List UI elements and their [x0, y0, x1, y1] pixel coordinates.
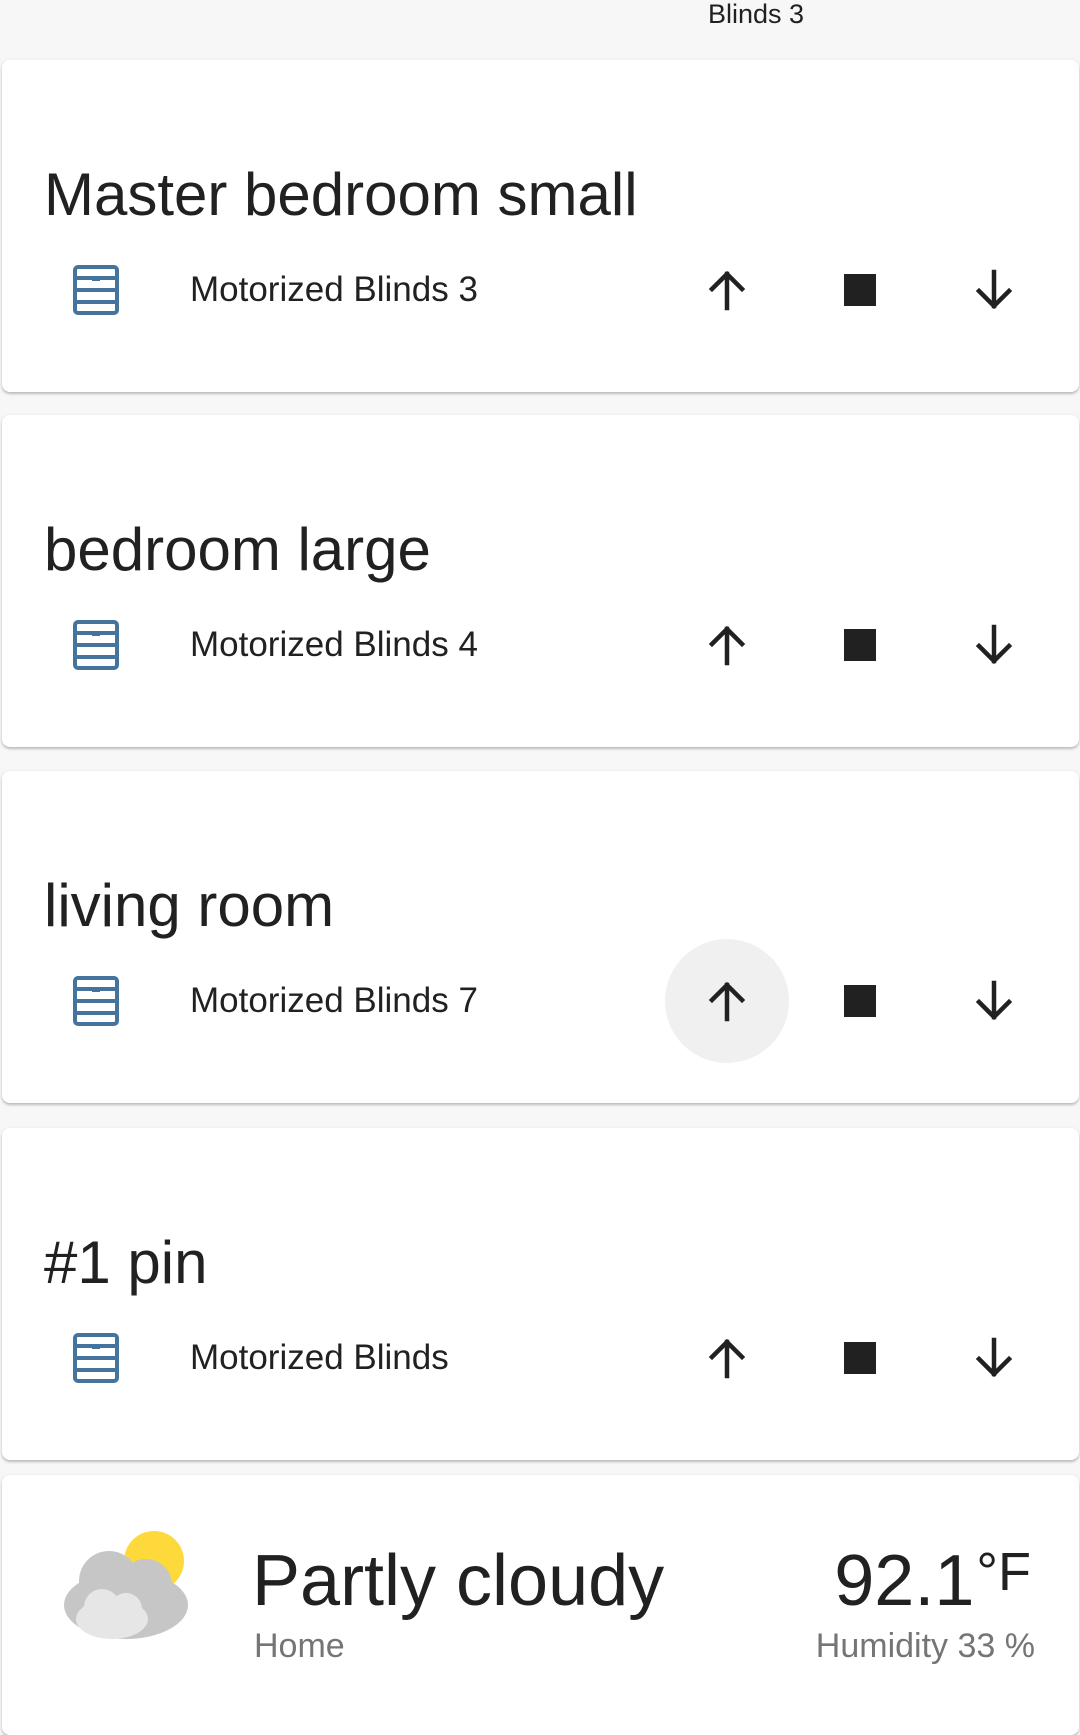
- arrow-up-icon: [708, 1338, 746, 1379]
- window-shutter-icon[interactable]: [72, 264, 120, 316]
- close-cover-button[interactable]: [944, 1308, 1044, 1408]
- entity-row: Motorized Blinds: [2, 1308, 1079, 1408]
- stop-icon: [844, 985, 876, 1017]
- arrow-down-icon: [975, 269, 1013, 310]
- arrow-down-icon: [975, 1337, 1013, 1378]
- entity-name[interactable]: Motorized Blinds 4: [190, 625, 478, 665]
- stop-cover-button[interactable]: [810, 1308, 910, 1408]
- window-shutter-icon[interactable]: [72, 619, 120, 671]
- card-bedroom-large: bedroom large Motorized Blinds 4: [2, 415, 1079, 747]
- stop-icon: [844, 274, 876, 306]
- open-cover-button[interactable]: [677, 1308, 777, 1408]
- stop-icon: [844, 629, 876, 661]
- entity-row: Motorized Blinds 7: [2, 939, 1079, 1063]
- weather-temperature: 92.1°F: [834, 1545, 1031, 1617]
- open-cover-button[interactable]: [677, 595, 777, 695]
- arrow-up-icon: [708, 270, 746, 311]
- card-living-room: living room Motorized Blinds 7: [2, 771, 1079, 1103]
- entity-name[interactable]: Motorized Blinds: [190, 1338, 449, 1378]
- weather-forecast-card[interactable]: Partly cloudy Home 92.1°F Humidity 33 %: [2, 1475, 1079, 1735]
- close-cover-button[interactable]: [944, 595, 1044, 695]
- card-master-bedroom-small: Master bedroom small Motorized Blinds 3: [2, 60, 1079, 392]
- stop-cover-button[interactable]: [810, 951, 910, 1051]
- partly-cloudy-icon: [64, 1531, 188, 1639]
- arrow-down-icon: [975, 980, 1013, 1021]
- top-strip: Blinds 3: [0, 0, 1080, 58]
- weather-humidity: Humidity 33 %: [815, 1627, 1035, 1665]
- card-1-pin: #1 pin Motorized Blinds: [2, 1128, 1079, 1460]
- open-cover-button[interactable]: [665, 939, 789, 1063]
- window-shutter-icon[interactable]: [72, 1332, 120, 1384]
- arrow-up-icon: [708, 981, 746, 1022]
- stop-icon: [844, 1342, 876, 1374]
- peek-label: Blinds 3: [708, 0, 805, 29]
- close-cover-button[interactable]: [944, 951, 1044, 1051]
- card-title: bedroom large: [44, 516, 431, 583]
- weather-location: Home: [254, 1627, 345, 1665]
- card-title: #1 pin: [44, 1229, 208, 1296]
- card-title: Master bedroom small: [44, 161, 638, 228]
- entity-name[interactable]: Motorized Blinds 7: [190, 981, 478, 1021]
- arrow-down-icon: [975, 624, 1013, 665]
- stop-cover-button[interactable]: [810, 240, 910, 340]
- temperature-unit: °F: [976, 1542, 1031, 1602]
- temperature-value: 92.1: [834, 1541, 975, 1621]
- weather-state: Partly cloudy: [252, 1541, 665, 1621]
- card-title: living room: [44, 872, 335, 939]
- open-cover-button[interactable]: [677, 240, 777, 340]
- entity-row: Motorized Blinds 3: [2, 240, 1079, 340]
- entity-row: Motorized Blinds 4: [2, 595, 1079, 695]
- window-shutter-icon[interactable]: [72, 975, 120, 1027]
- stop-cover-button[interactable]: [810, 595, 910, 695]
- close-cover-button[interactable]: [944, 240, 1044, 340]
- arrow-up-icon: [708, 625, 746, 666]
- entity-name[interactable]: Motorized Blinds 3: [190, 270, 478, 310]
